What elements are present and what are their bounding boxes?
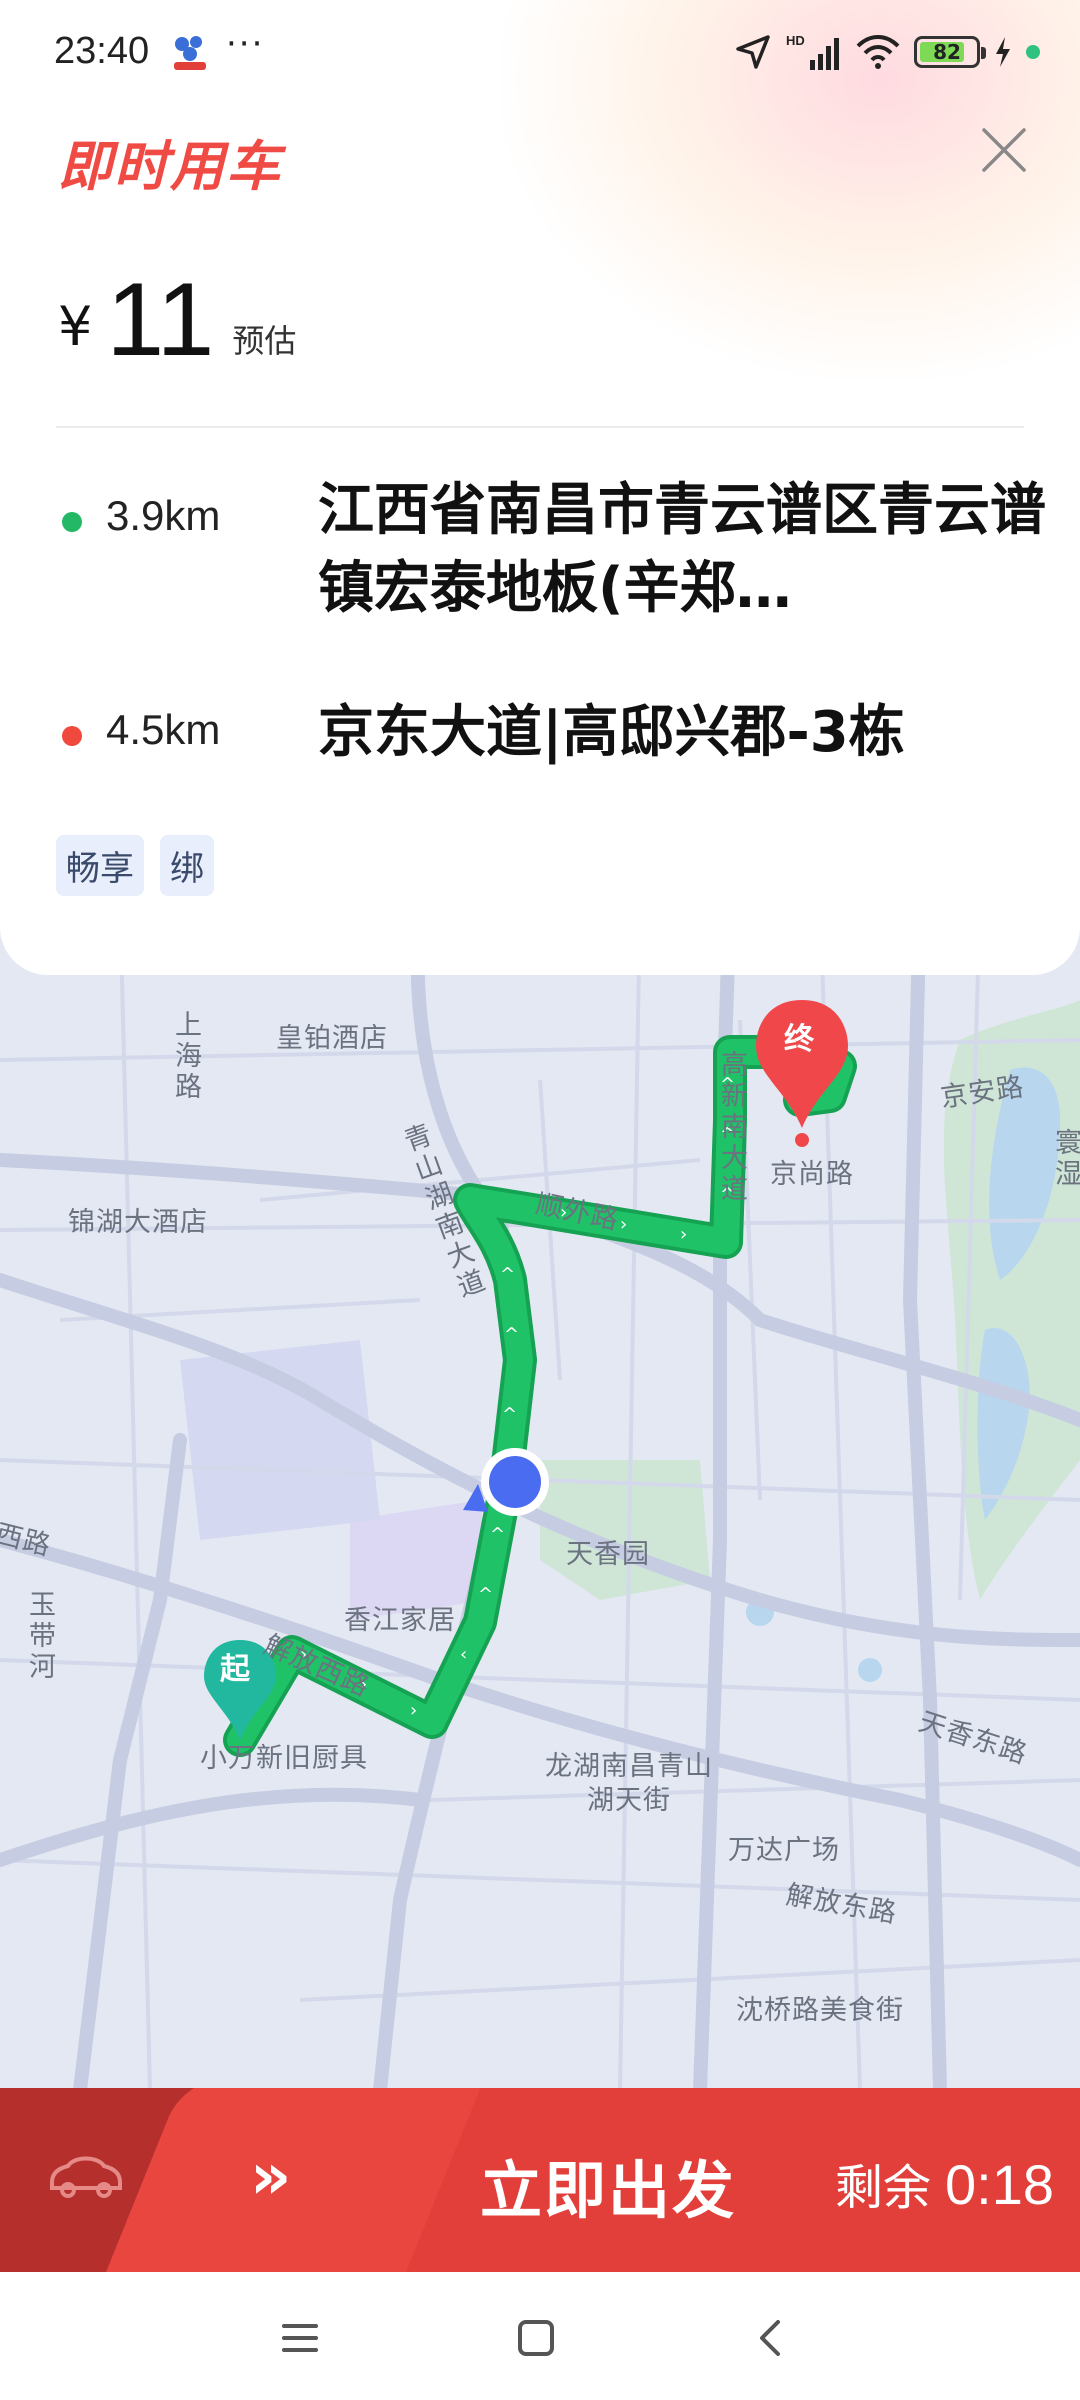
charging-icon bbox=[996, 37, 1010, 67]
route-map[interactable]: ››› ‹^^ ^^^ ››› ^^^ ›› 皇铂酒店 上海路 锦湖大酒店 青山… bbox=[0, 900, 1080, 2090]
pickup-address: 江西省南昌市青云谱区青云谱镇宏泰地板(辛郑… bbox=[318, 478, 1046, 621]
pickup-dot-icon bbox=[62, 512, 82, 532]
tag-bind: 绑 bbox=[160, 835, 214, 896]
status-time: 23:40 bbox=[54, 30, 150, 72]
svg-text:›: › bbox=[410, 1700, 417, 1721]
map-label-xiaowan[interactable]: 小万新旧厨具 bbox=[200, 1736, 368, 1775]
fare-label: 预估 bbox=[232, 322, 297, 360]
depart-action-bar[interactable]: » 立即出发 剩余 0:18 bbox=[0, 2088, 1080, 2272]
tag-changxiang: 畅享 bbox=[56, 835, 144, 896]
wifi-icon bbox=[856, 35, 900, 69]
map-canvas: ››› ‹^^ ^^^ ››› ^^^ ›› bbox=[0, 900, 1080, 2090]
privacy-dot-icon bbox=[1026, 45, 1040, 59]
service-tags: 畅享 绑 bbox=[56, 835, 214, 896]
pickup-distance: 3.9km bbox=[106, 492, 221, 539]
home-icon[interactable] bbox=[506, 2308, 566, 2368]
svg-text:^: ^ bbox=[502, 1404, 517, 1425]
fare-currency: ¥ bbox=[58, 295, 93, 358]
dropoff-distance: 4.5km bbox=[106, 706, 221, 753]
hd-signal-icon: HD bbox=[786, 33, 839, 70]
map-label-tianxiangyuan[interactable]: 天香园 bbox=[566, 1532, 650, 1571]
location-arrow-icon bbox=[736, 35, 770, 69]
map-label-shanghai-road: 上海路 bbox=[170, 1010, 201, 1103]
dropoff-row[interactable]: 4.5km 京东大道|高邸兴郡-3栋 bbox=[56, 700, 1026, 792]
map-label-xiangjiang[interactable]: 香江家居 bbox=[344, 1598, 456, 1637]
map-label-huanshi: 寰湿 bbox=[1050, 1128, 1080, 1190]
divider bbox=[56, 426, 1024, 428]
svg-text:›: › bbox=[620, 1214, 627, 1235]
svg-text:^: ^ bbox=[504, 1324, 519, 1345]
depart-now-button[interactable]: 立即出发 bbox=[480, 2140, 736, 2230]
chevrons-right-icon: » bbox=[250, 2140, 292, 2214]
map-label-wanda[interactable]: 万达广场 bbox=[728, 1828, 840, 1867]
map-label-longhu-tianjie[interactable]: 龙湖南昌青山湖天街 bbox=[536, 1750, 722, 1818]
fare-estimate: ¥ 11 预估 bbox=[58, 262, 297, 378]
map-label-yudaihe: 玉带河 bbox=[24, 1590, 55, 1683]
car-icon bbox=[50, 2156, 122, 2198]
countdown: 剩余 0:18 bbox=[835, 2148, 1054, 2218]
svg-text:‹: ‹ bbox=[460, 1644, 467, 1665]
fare-amount: 11 bbox=[106, 262, 215, 378]
map-label-huangbo-hotel[interactable]: 皇铂酒店 bbox=[276, 1016, 388, 1055]
map-label-jinhu-hotel[interactable]: 锦湖大酒店 bbox=[68, 1200, 208, 1239]
svg-text:HD: HD bbox=[786, 33, 805, 48]
close-icon[interactable] bbox=[976, 122, 1032, 178]
dropoff-address: 京东大道|高邸兴郡-3栋 bbox=[318, 700, 905, 765]
countdown-label: 剩余 bbox=[834, 2160, 931, 2216]
end-marker-label: 终 bbox=[784, 1022, 814, 1057]
menu-icon[interactable] bbox=[270, 2308, 330, 2368]
svg-text:^: ^ bbox=[478, 1584, 493, 1605]
map-label-shenqiao[interactable]: 沈桥路美食街 bbox=[736, 1988, 904, 2027]
battery-icon: 82 bbox=[914, 36, 986, 68]
status-bar: 23:40 ··· HD 82 bbox=[0, 0, 1080, 110]
back-icon[interactable] bbox=[742, 2308, 802, 2368]
map-label-gaoxin-road: 高新南大道 bbox=[716, 1050, 747, 1205]
trip-card: 23:40 ··· HD 82 即时用车 ¥ 11 预估 3.9km 江西省南昌… bbox=[0, 0, 1080, 975]
dropoff-dot-icon bbox=[62, 726, 82, 746]
map-label-jingshang-road: 京尚路 bbox=[770, 1159, 854, 1190]
svg-text:^: ^ bbox=[500, 1264, 515, 1285]
app-notification-icon bbox=[174, 36, 206, 70]
start-marker-label: 起 bbox=[220, 1652, 250, 1687]
system-nav-bar bbox=[0, 2272, 1080, 2400]
status-more-icon: ··· bbox=[226, 24, 265, 64]
page-title: 即时用车 bbox=[58, 135, 282, 198]
battery-level: 82 bbox=[933, 40, 961, 64]
svg-text:›: › bbox=[680, 1224, 687, 1245]
pickup-row[interactable]: 3.9km 江西省南昌市青云谱区青云谱镇宏泰地板(辛郑… bbox=[56, 478, 1046, 648]
svg-text:^: ^ bbox=[490, 1524, 505, 1545]
countdown-time: 0:18 bbox=[945, 2153, 1054, 2216]
